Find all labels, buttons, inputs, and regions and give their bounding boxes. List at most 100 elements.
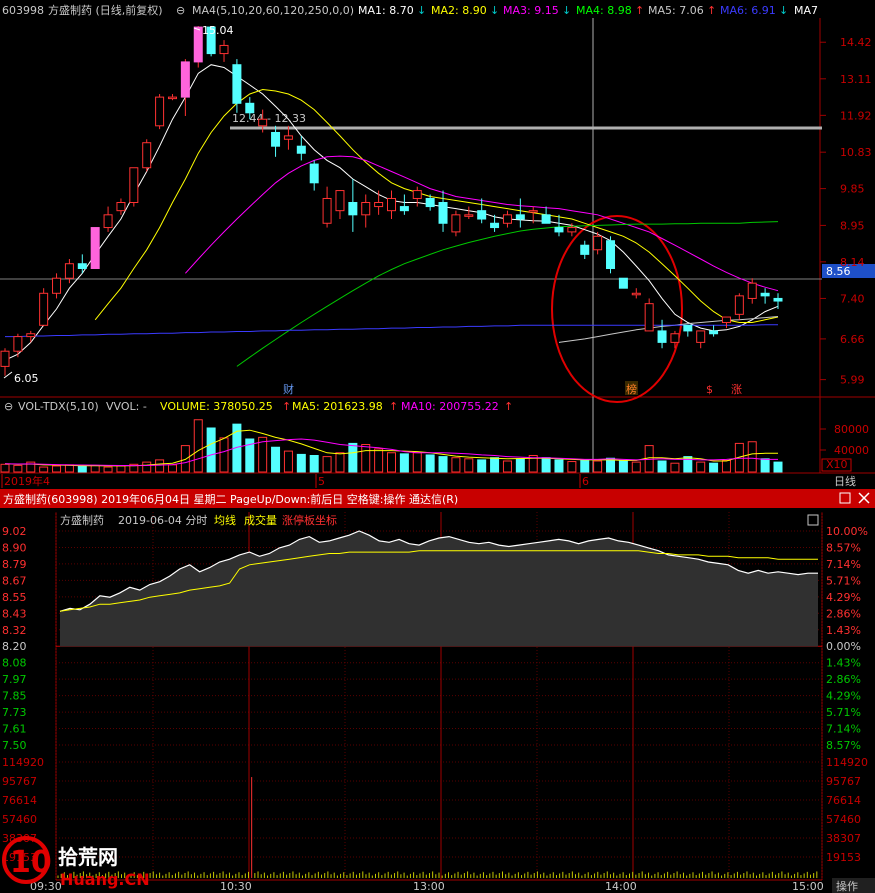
stock-name-period: 方盛制药 (日线,前复权) (48, 3, 163, 17)
intraday-lines (59, 530, 818, 647)
candle-body (142, 142, 152, 169)
candle-body (477, 210, 487, 220)
y-tick-label: 14.42 (840, 36, 872, 49)
candle-body (618, 277, 628, 289)
price-tick: 8.20 (2, 640, 27, 653)
period-label[interactable]: 日线 (834, 474, 856, 488)
candle (683, 324, 693, 337)
ma-header-label: MA2: 8.90 (431, 4, 487, 17)
candle (77, 254, 87, 274)
candle-body (631, 292, 641, 296)
candle-body (309, 163, 319, 184)
volume-bar (696, 461, 706, 473)
candle-body (670, 333, 680, 343)
vol-unit: X10 (826, 458, 848, 471)
collapse-icon[interactable]: ⊖ (176, 4, 185, 17)
y-tick-label: 11.92 (840, 109, 872, 122)
volume-bar (335, 452, 345, 473)
volume-toggle[interactable]: 成交量 (244, 513, 277, 527)
candle (606, 236, 616, 274)
marker-bang[interactable]: 榜 (626, 382, 637, 396)
ma-indicator-label[interactable]: MA4(5,10,20,60,120,250,0,0) (192, 4, 354, 17)
vol-tick: 95767 (2, 775, 37, 788)
candle (374, 190, 384, 215)
date-axis: 2019年4 5 6 日线 (1, 474, 856, 488)
ma-header-label: MA7 (794, 4, 818, 17)
y-tick-label: 8.14 (840, 256, 865, 269)
operate-button[interactable]: 操作 (836, 879, 858, 893)
candle (760, 288, 770, 304)
y-tick-label: 10.83 (840, 146, 872, 159)
candle-body (528, 210, 538, 213)
collapse-icon[interactable]: ⊖ (4, 400, 13, 413)
intraday-panel[interactable]: 9.02 10.00% 8.90 8.57% 8.79 7.14% 8.67 5.71% 8.5… (2, 512, 875, 893)
candle-body (606, 240, 616, 269)
stock-chart-canvas: 8.56 12.44 - 12.33 14.4213.1111.9210.839… (0, 3, 875, 893)
volume-bar (90, 464, 100, 473)
volume-bars (0, 419, 783, 473)
candle-body (52, 277, 62, 294)
y-tick-label: 5.99 (840, 374, 865, 387)
candle-body (0, 350, 10, 367)
price-tick: 8.79 (2, 558, 27, 571)
vol-tick: 38307 (826, 832, 861, 845)
time-label: 10:30 (220, 880, 252, 893)
candle-body (219, 44, 229, 55)
pct-tick: 2.86% (826, 607, 861, 620)
pct-tick: 4.29% (826, 591, 861, 604)
stock-code: 603998 (2, 4, 44, 17)
volume-bar (0, 463, 10, 473)
candle-body (721, 316, 731, 324)
candle-body (90, 227, 100, 269)
candle (0, 348, 10, 376)
candle-body (283, 135, 293, 140)
volume-bar (631, 461, 641, 473)
volume-bar (541, 457, 551, 473)
candle (52, 273, 62, 299)
volume-panel[interactable]: ⊖ VOL-TDX(5,10) VVOL: - VOLUME: 378050.2… (0, 400, 875, 474)
ma-header-label: MA3: 9.15 (503, 4, 559, 17)
candle (103, 206, 113, 232)
volume-bar (464, 458, 474, 473)
intraday-date: 2019-06-04 分时 (118, 514, 207, 527)
candle-body (64, 263, 74, 279)
pct-tick: 8.57% (826, 541, 861, 554)
candle-body (490, 222, 500, 229)
candle (631, 288, 641, 299)
ma-header-label: MA5: 7.06 (648, 4, 704, 17)
candle (618, 277, 628, 289)
restore-icon[interactable] (807, 514, 819, 526)
candle-body (425, 197, 435, 208)
price-tick: 8.32 (2, 624, 27, 637)
candle (116, 198, 126, 215)
limit-axis-toggle[interactable]: 涨停板坐标 (282, 513, 337, 527)
arrow-up-icon: ↑ (635, 4, 644, 17)
candle-body (26, 333, 36, 338)
avg-line-label[interactable]: 均线 (214, 513, 236, 527)
volume-bar (567, 461, 577, 473)
candle-body (129, 167, 139, 204)
candle-body (245, 102, 255, 114)
vol-tick: 19153 (826, 851, 861, 864)
volume-bar (322, 456, 332, 473)
volume-bar (580, 459, 590, 473)
marker-dollar[interactable]: $ (706, 383, 713, 396)
marker-cai[interactable]: 财 (283, 382, 294, 396)
volume-value: VOLUME: 378050.25 (160, 400, 273, 413)
ma-header-label: MA4: 8.98 (576, 4, 632, 17)
candle-body (39, 292, 49, 326)
vol-tick: 57460 (826, 813, 861, 826)
intraday-window-titlebar[interactable]: 方盛制药(603998) 2019年06月04日 星期二 PageUp/Down… (0, 489, 875, 508)
arrow-down-icon: ↓ (417, 4, 426, 17)
candle (64, 259, 74, 284)
candle (155, 94, 165, 130)
candle-body (657, 330, 667, 343)
candle-body (683, 324, 693, 332)
candle-body (232, 64, 242, 104)
volume-bar (361, 444, 371, 473)
candle-body (747, 282, 757, 299)
volume-bar (309, 455, 319, 473)
candle (26, 330, 36, 343)
candle-body (258, 118, 268, 127)
marker-zhang[interactable]: 涨 (731, 383, 742, 396)
